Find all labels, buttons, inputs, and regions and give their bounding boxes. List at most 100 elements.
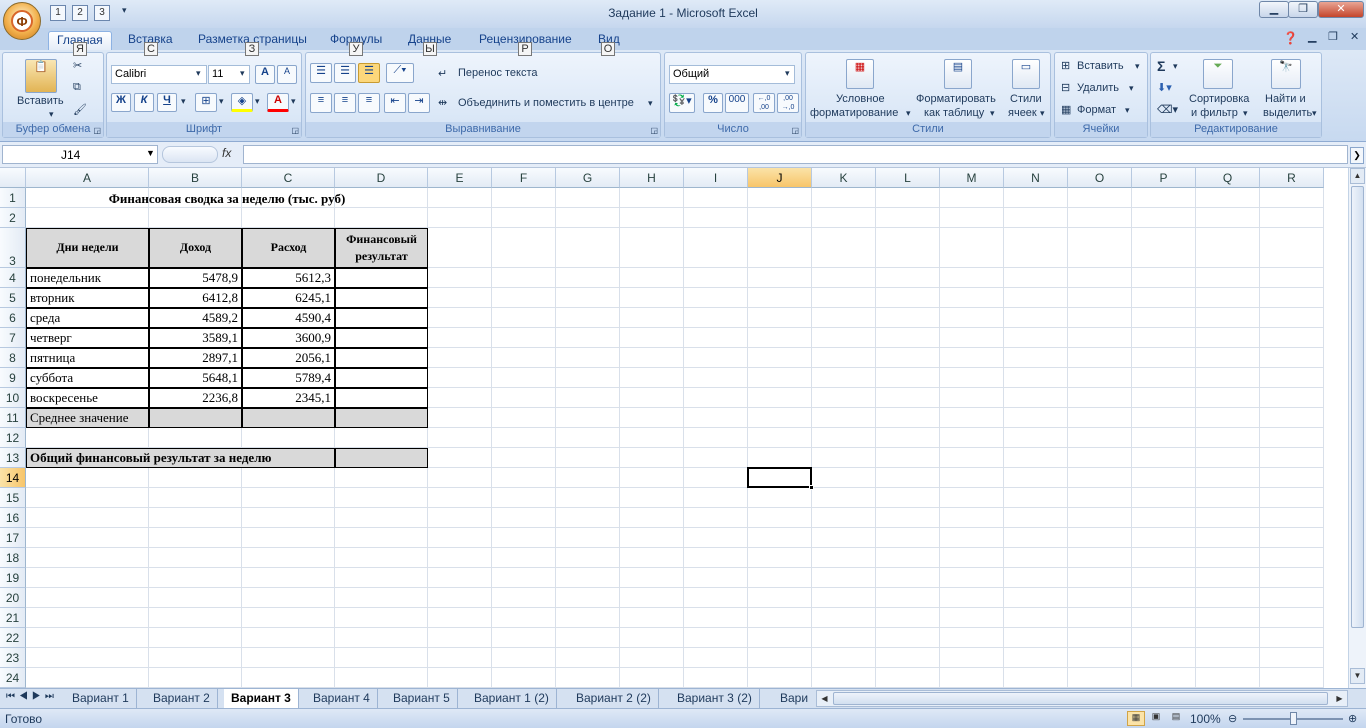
- font-name-combo[interactable]: Calibri: [111, 65, 207, 84]
- row-header-17[interactable]: 17: [0, 528, 26, 548]
- borders-dropdown-icon[interactable]: ▾: [219, 96, 224, 107]
- row-header-12[interactable]: 12: [0, 428, 26, 448]
- borders-icon[interactable]: ⊞: [195, 93, 217, 112]
- insert-function-icon[interactable]: fx: [222, 146, 231, 160]
- scroll-up-icon[interactable]: ▲: [1350, 168, 1365, 184]
- row-header-7[interactable]: 7: [0, 328, 26, 348]
- paste-button[interactable]: Вставить: [17, 95, 64, 107]
- cell-styles-label-1[interactable]: Стили: [1010, 93, 1042, 105]
- fill-color-icon[interactable]: ◈: [231, 93, 253, 112]
- row-header-4[interactable]: 4: [0, 268, 26, 288]
- select-all-corner[interactable]: [0, 168, 26, 188]
- column-header-F[interactable]: F: [492, 168, 556, 188]
- shrink-font-icon[interactable]: A: [277, 65, 297, 84]
- font-color-icon[interactable]: A: [267, 93, 289, 112]
- cell-expense[interactable]: 5789,4: [242, 368, 335, 388]
- autosum-icon[interactable]: Σ: [1157, 58, 1165, 74]
- row-header-14[interactable]: 14: [0, 468, 26, 488]
- cell-expense[interactable]: 2345,1: [242, 388, 335, 408]
- align-left-icon[interactable]: ≡: [310, 93, 332, 113]
- ribbon-close-icon[interactable]: ✕: [1350, 30, 1359, 43]
- cell-day[interactable]: пятница: [26, 348, 149, 368]
- sheet-nav-icon[interactable]: ⏮◀▶⏭: [6, 691, 58, 702]
- header-income[interactable]: Доход: [149, 228, 242, 268]
- sheet-tab[interactable]: Вариант 5: [386, 689, 458, 708]
- format-as-table-icon[interactable]: ▤: [944, 59, 972, 89]
- cell-styles-icon[interactable]: ▭: [1012, 59, 1040, 89]
- scroll-thumb[interactable]: [1351, 186, 1364, 628]
- scroll-down-icon[interactable]: ▼: [1350, 668, 1365, 684]
- column-header-C[interactable]: C: [242, 168, 335, 188]
- fill-handle[interactable]: [809, 485, 814, 490]
- normal-view-icon[interactable]: ▦: [1127, 711, 1145, 726]
- number-format-dropdown-icon[interactable]: ▾: [785, 68, 790, 79]
- sheet-tab[interactable]: Вариант 3: [224, 689, 299, 708]
- expand-formula-bar-icon[interactable]: ❯: [1350, 147, 1364, 164]
- column-header-H[interactable]: H: [620, 168, 684, 188]
- cell-income[interactable]: 3589,1: [149, 328, 242, 348]
- zoom-level[interactable]: 100%: [1190, 712, 1221, 726]
- comma-style-button[interactable]: 000: [725, 93, 749, 113]
- cell-expense[interactable]: 3600,9: [242, 328, 335, 348]
- find-select-label-2[interactable]: выделить: [1263, 107, 1312, 119]
- column-header-P[interactable]: P: [1132, 168, 1196, 188]
- dialog-launcher-icon[interactable]: ◲: [93, 126, 101, 135]
- number-format-combo[interactable]: Общий: [669, 65, 795, 84]
- align-center-icon[interactable]: ≡: [334, 93, 356, 113]
- total-result[interactable]: [335, 448, 428, 468]
- conditional-formatting-label-2[interactable]: форматирование: [810, 107, 898, 119]
- cell-day[interactable]: воскресенье: [26, 388, 149, 408]
- dialog-launcher-icon[interactable]: ◲: [291, 126, 299, 135]
- dialog-launcher-icon[interactable]: ◲: [791, 126, 799, 135]
- sheet-tab[interactable]: Вариант 3 (2): [670, 689, 760, 708]
- merge-center-icon[interactable]: ⇹: [438, 96, 447, 109]
- sheet-tab[interactable]: Вариант 2: [146, 689, 218, 708]
- column-header-Q[interactable]: Q: [1196, 168, 1260, 188]
- column-header-E[interactable]: E: [428, 168, 492, 188]
- row-header-16[interactable]: 16: [0, 508, 26, 528]
- underline-dropdown-icon[interactable]: ▾: [181, 96, 186, 107]
- row-header-1[interactable]: 1: [0, 188, 26, 208]
- autosum-dropdown-icon[interactable]: ▾: [1173, 61, 1178, 72]
- insert-cells-icon[interactable]: ⊞: [1061, 59, 1070, 72]
- cell-income[interactable]: 5478,9: [149, 268, 242, 288]
- average-expense[interactable]: [242, 408, 335, 428]
- row-header-21[interactable]: 21: [0, 608, 26, 628]
- office-button[interactable]: Ф: [3, 2, 41, 40]
- average-result[interactable]: [335, 408, 428, 428]
- sheet-tab[interactable]: Вариант 1 (2): [467, 689, 557, 708]
- format-dropdown-icon[interactable]: ▾: [1125, 105, 1130, 116]
- cell-result[interactable]: [335, 288, 428, 308]
- cell-result[interactable]: [335, 368, 428, 388]
- scroll-left-icon[interactable]: ◀: [817, 691, 832, 706]
- sheet-tab[interactable]: Вариант 4: [306, 689, 378, 708]
- cell-result[interactable]: [335, 308, 428, 328]
- scroll-right-icon[interactable]: ▶: [1332, 691, 1347, 706]
- increase-indent-icon[interactable]: ⇥: [408, 93, 430, 113]
- format-as-table-label-2[interactable]: как таблицу: [924, 107, 984, 119]
- cell-result[interactable]: [335, 348, 428, 368]
- font-color-dropdown-icon[interactable]: ▾: [291, 96, 296, 107]
- cell-result[interactable]: [335, 388, 428, 408]
- decrease-decimal-icon[interactable]: ,00 →,0: [777, 93, 799, 113]
- name-box[interactable]: J14: [2, 145, 158, 164]
- insert-cells-button[interactable]: Вставить: [1077, 60, 1124, 72]
- total-label[interactable]: Общий финансовый результат за неделю: [26, 448, 335, 468]
- merge-center-button[interactable]: Объединить и поместить в центре: [458, 97, 634, 109]
- cut-icon[interactable]: ✂: [73, 59, 82, 72]
- name-box-dropdown-icon[interactable]: ▼: [146, 148, 155, 158]
- find-select-dropdown-icon[interactable]: ▾: [1312, 108, 1317, 119]
- percent-style-button[interactable]: %: [703, 93, 723, 113]
- average-label[interactable]: Среднее значение: [26, 408, 149, 428]
- currency-format-icon[interactable]: 💱▾: [669, 93, 695, 113]
- sheet-tab[interactable]: Вариант 1: [65, 689, 137, 708]
- page-layout-view-icon[interactable]: ▣: [1147, 711, 1165, 726]
- font-size-dropdown-icon[interactable]: ▾: [240, 68, 245, 79]
- cell-day[interactable]: четверг: [26, 328, 149, 348]
- column-header-A[interactable]: A: [26, 168, 149, 188]
- horizontal-scrollbar[interactable]: ◀ ▶: [816, 690, 1348, 707]
- cell-result[interactable]: [335, 328, 428, 348]
- sheet-tab[interactable]: Вари: [773, 689, 815, 708]
- help-icon[interactable]: ❓: [1283, 31, 1298, 45]
- underline-button[interactable]: Ч: [157, 93, 177, 112]
